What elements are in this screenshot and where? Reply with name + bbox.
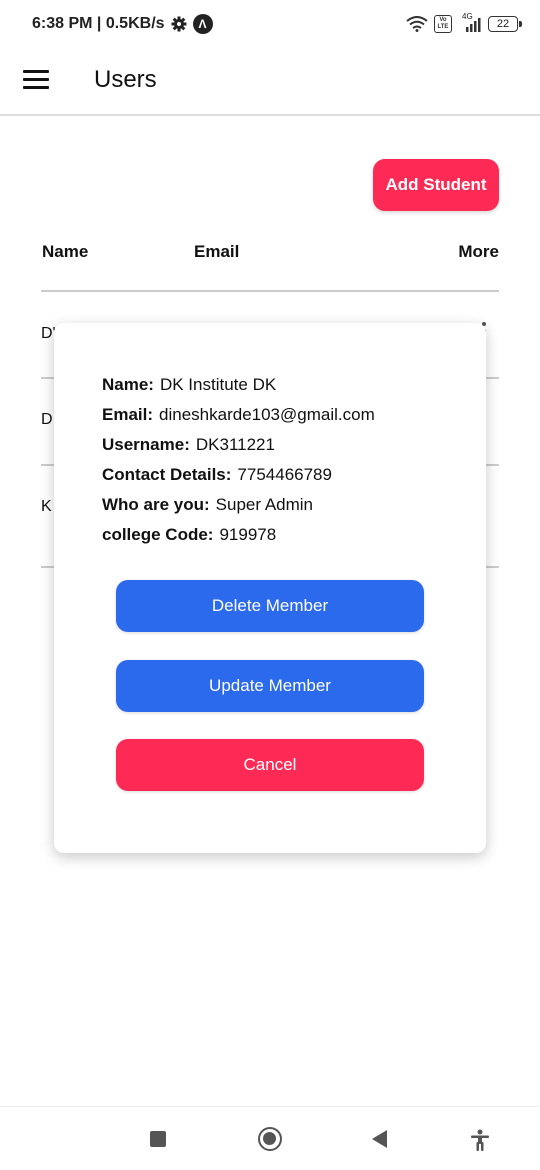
screen: 6:38 PM | 0.5KB/s Λ Vo LTE 4G 22 Users A… — [0, 0, 540, 1170]
signal-icon: 4G — [458, 12, 482, 33]
status-time: 6:38 PM | 0.5KB/s — [32, 15, 165, 32]
column-header-name: Name — [42, 242, 89, 261]
detail-name: Name: DK Institute DK — [102, 375, 276, 395]
column-header-more: More — [458, 242, 499, 261]
volte-icon: Vo LTE — [434, 15, 452, 33]
nav-back-icon[interactable] — [372, 1130, 387, 1148]
page-title: Users — [94, 66, 157, 93]
detail-role: Who are you: Super Admin — [102, 495, 313, 515]
detail-contact: Contact Details: 7754466789 — [102, 465, 332, 485]
table-row-name: K — [41, 498, 52, 515]
app-notification-icon: Λ — [192, 14, 213, 34]
detail-label: Name: — [102, 375, 154, 394]
accessibility-icon[interactable] — [470, 1129, 490, 1151]
detail-label: Username: — [102, 435, 190, 454]
table-row-name: D — [41, 411, 53, 428]
app-bar: Users — [0, 48, 540, 116]
detail-label: Email: — [102, 405, 154, 424]
detail-label: Contact Details: — [102, 465, 232, 484]
detail-email: Email: dineshkarde103@gmail.com — [102, 405, 375, 425]
delete-member-button[interactable]: Delete Member — [116, 580, 424, 632]
battery-icon: 22 — [488, 16, 522, 32]
add-student-button[interactable]: Add Student — [373, 159, 499, 211]
detail-value: DK311221 — [195, 435, 275, 454]
detail-label: college Code: — [102, 525, 214, 544]
update-member-button[interactable]: Update Member — [116, 660, 424, 712]
menu-icon[interactable] — [23, 70, 49, 90]
nav-recents-icon[interactable] — [150, 1131, 166, 1147]
detail-value: 7754466789 — [237, 465, 332, 484]
navigation-bar — [0, 1106, 540, 1170]
detail-value: Super Admin — [215, 495, 314, 514]
cancel-button[interactable]: Cancel — [116, 739, 424, 791]
status-bar: 6:38 PM | 0.5KB/s Λ Vo LTE 4G 22 — [0, 0, 540, 48]
member-details-modal: Name: DK Institute DK Email: dineshkarde10… — [54, 323, 486, 853]
wifi-icon — [406, 16, 428, 32]
detail-username: Username: DK311221 — [102, 435, 275, 455]
detail-college-code: college Code: 919978 — [102, 525, 276, 545]
detail-label: Who are you: — [102, 495, 210, 514]
gear-icon — [171, 16, 187, 32]
detail-value: dineshkarde103@gmail.com — [159, 405, 375, 424]
detail-value: DK Institute DK — [159, 375, 277, 394]
column-header-email: Email — [194, 242, 240, 261]
nav-home-icon[interactable] — [258, 1127, 282, 1151]
header-divider — [41, 290, 499, 292]
detail-value: 919978 — [219, 525, 277, 544]
